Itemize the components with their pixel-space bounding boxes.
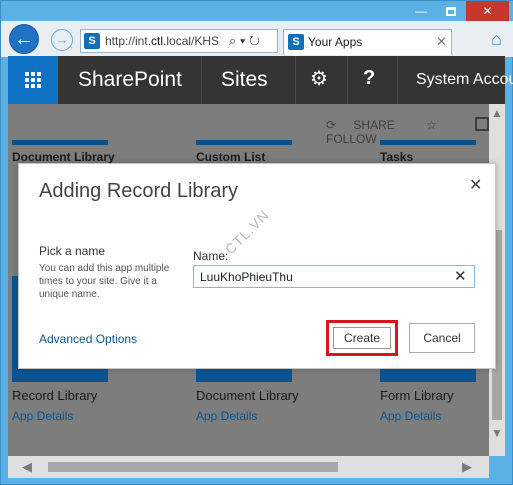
horizontal-scrollbar[interactable]: ◀ ▶ [8,456,489,478]
back-arrow-icon: ← [14,28,34,50]
dialog-title: Adding Record Library [39,180,238,202]
share-label: SHARE [353,118,395,132]
app-details-link[interactable]: App Details [12,409,73,423]
address-actions-icon[interactable]: ⌕ ▾ ↻ [229,33,260,49]
create-highlight: Create [326,320,398,356]
new-tab-button[interactable] [456,31,486,53]
sites-link[interactable]: Sites [221,68,268,92]
tile-label[interactable]: Document Library [196,388,299,403]
pick-name-heading: Pick a name [39,244,106,258]
focus-mode-icon[interactable] [475,117,489,131]
sharepoint-brand[interactable]: SharePoint [78,68,182,92]
address-domain: ctl [151,34,164,48]
back-button[interactable]: ← [9,24,39,54]
minimize-icon: — [415,4,427,18]
user-menu[interactable]: System Accou [416,71,513,89]
tile-label[interactable]: Form Library [380,388,454,403]
app-launcher-button[interactable] [8,56,58,104]
sharepoint-favicon-icon: S [84,33,100,49]
minimize-button[interactable]: — [406,1,436,21]
watermark: CTL.VN [221,206,273,258]
create-button[interactable]: Create [333,327,391,349]
pick-name-description: You can add this app multiple times to y… [39,263,170,300]
share-button[interactable]: ⟳ SHARE [326,118,409,132]
close-icon: ✕ [482,4,493,18]
clear-icon[interactable]: ✕ [454,267,467,285]
advanced-options-link[interactable]: Advanced Options [39,332,137,346]
forward-button[interactable]: → [51,29,73,51]
browser-nav-bar: ← → S http://int.ctl.local/KHS ⌕ ▾ ↻ S Y… [1,21,513,57]
tile-image[interactable] [380,140,476,145]
follow-label: FOLLOW [326,132,377,146]
app-details-link[interactable]: App Details [380,409,441,423]
adding-app-dialog: Adding Record Library ✕ CTL.VN Pick a na… [18,163,496,369]
name-input[interactable]: LuuKhoPhieuThu ✕ [193,265,475,288]
divider [201,56,202,104]
tab-title: Your Apps [308,35,363,49]
tile-label[interactable]: Custom List [196,150,265,164]
name-label: Name: [193,249,229,263]
close-window-button[interactable]: ✕ [466,1,509,21]
forward-arrow-icon: → [55,32,69,47]
tile-label[interactable]: Document Library [12,150,115,164]
cancel-button[interactable]: Cancel [409,323,475,353]
name-input-value[interactable]: LuuKhoPhieuThu [200,270,293,284]
address-bar[interactable]: S http://int.ctl.local/KHS ⌕ ▾ ↻ [80,29,278,53]
suite-bar: SharePoint Sites ⚙ ? System Accou [8,56,513,104]
scroll-up-icon[interactable]: ▲ [491,106,503,120]
divider [347,56,348,104]
app-details-link[interactable]: App Details [196,409,257,423]
sharepoint-tab-icon: S [288,34,304,50]
divider [295,56,296,104]
maximize-button[interactable] [436,1,466,21]
close-icon[interactable]: ✕ [469,175,482,195]
scroll-thumb[interactable] [48,462,338,472]
tile-image[interactable] [12,140,108,145]
scroll-down-icon[interactable]: ▼ [491,426,503,440]
tile-image[interactable] [196,140,292,145]
waffle-icon [25,72,41,88]
share-icon: ⟳ [326,118,337,132]
address-suffix: .local/KHS [163,34,220,48]
divider [397,56,398,104]
address-prefix: http://int. [105,34,152,48]
tab-your-apps[interactable]: S Your Apps ✕ [283,29,452,55]
help-icon[interactable]: ? [363,67,375,90]
tile-label[interactable]: Tasks [380,150,413,164]
scroll-left-icon[interactable]: ◀ [22,459,32,475]
tab-close-icon[interactable]: ✕ [436,34,447,50]
star-icon: ☆ [426,118,437,132]
home-icon[interactable]: ⌂ [491,29,502,50]
address-url[interactable]: http://int.ctl.local/KHS [105,34,227,48]
tile-label[interactable]: Record Library [12,388,97,403]
maximize-icon [446,7,456,17]
scroll-right-icon[interactable]: ▶ [462,459,472,475]
gear-icon[interactable]: ⚙ [310,66,328,91]
